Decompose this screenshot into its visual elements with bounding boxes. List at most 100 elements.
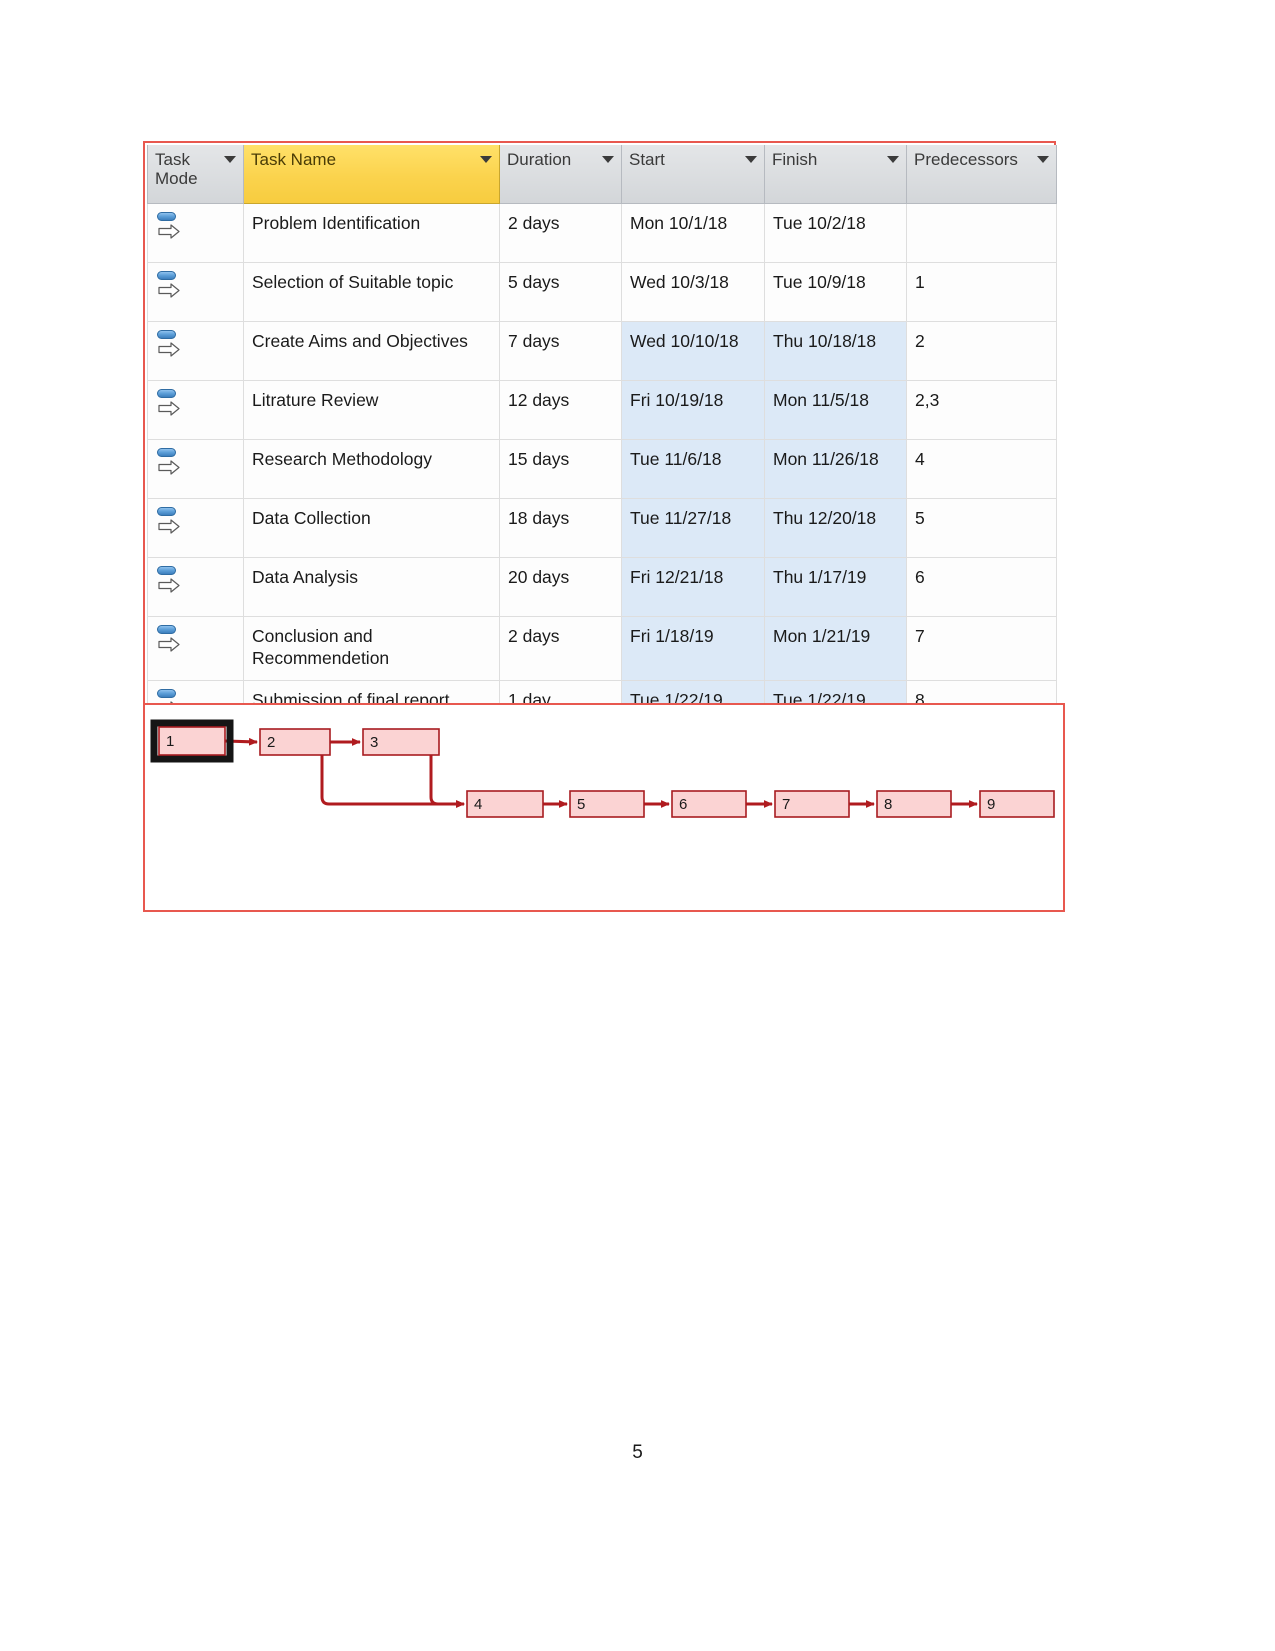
network-node[interactable]: 3 (362, 728, 440, 756)
network-node[interactable]: 5 (569, 790, 645, 818)
cell-task-mode[interactable] (147, 616, 244, 681)
column-header-finish[interactable]: Finish (764, 145, 907, 204)
cell-duration[interactable]: 7 days (499, 321, 622, 381)
cell-finish-text: Mon 11/5/18 (773, 390, 869, 410)
cell-duration[interactable]: 2 days (499, 616, 622, 681)
chevron-down-icon[interactable] (480, 156, 492, 163)
cell-predecessors[interactable]: 2 (906, 321, 1057, 381)
chevron-down-icon[interactable] (224, 156, 236, 163)
cell-finish[interactable]: Tue 10/2/18 (764, 203, 907, 263)
cell-task-mode[interactable] (147, 498, 244, 558)
cell-task-mode[interactable] (147, 557, 244, 617)
cell-finish[interactable]: Thu 1/17/19 (764, 557, 907, 617)
column-header-label: Finish (772, 150, 818, 169)
network-node[interactable]: 6 (671, 790, 747, 818)
chevron-down-icon[interactable] (1037, 156, 1049, 163)
table-row[interactable]: Data Collection 18 days Tue 11/27/18 Thu 12… (147, 498, 1057, 558)
chevron-down-icon[interactable] (745, 156, 757, 163)
column-header-start[interactable]: Start (621, 145, 765, 204)
cell-predecessors[interactable]: 1 (906, 262, 1057, 322)
network-node[interactable]: 7 (774, 790, 850, 818)
cell-predecessors-text: 2,3 (915, 390, 940, 410)
cell-predecessors-text: 2 (915, 331, 925, 351)
cell-task-name[interactable]: Litrature Review (243, 380, 500, 440)
cell-predecessors[interactable]: 7 (906, 616, 1057, 681)
cell-start[interactable]: Fri 12/21/18 (621, 557, 765, 617)
cell-task-mode[interactable] (147, 321, 244, 381)
cell-task-mode[interactable] (147, 262, 244, 322)
cell-task-name-text: Selection of Suitable topic (252, 272, 454, 292)
cell-task-name[interactable]: Create Aims and Objectives (243, 321, 500, 381)
manually-scheduled-icon (156, 507, 182, 537)
cell-duration[interactable]: 5 days (499, 262, 622, 322)
cell-start-text: Fri 12/21/18 (630, 567, 724, 587)
column-header-predecessors[interactable]: Predecessors (906, 145, 1057, 204)
cell-duration[interactable]: 20 days (499, 557, 622, 617)
chevron-down-icon[interactable] (602, 156, 614, 163)
cell-finish[interactable]: Thu 10/18/18 (764, 321, 907, 381)
table-row[interactable]: Research Methodology 15 days Tue 11/6/18 Mo… (147, 439, 1057, 499)
cell-duration[interactable]: 18 days (499, 498, 622, 558)
cell-finish[interactable]: Mon 11/26/18 (764, 439, 907, 499)
cell-predecessors[interactable]: 5 (906, 498, 1057, 558)
cell-task-name[interactable]: Data Collection (243, 498, 500, 558)
cell-start[interactable]: Wed 10/3/18 (621, 262, 765, 322)
network-node[interactable]: 4 (466, 790, 544, 818)
cell-start[interactable]: Fri 10/19/18 (621, 380, 765, 440)
table-row[interactable]: Create Aims and Objectives 7 days Wed 10/1… (147, 321, 1057, 381)
cell-task-name-text: Data Analysis (252, 567, 359, 587)
cell-start[interactable]: Mon 10/1/18 (621, 203, 765, 263)
table-row[interactable]: Data Analysis 20 days Fri 12/21/18 Thu 1/17… (147, 557, 1057, 617)
column-header-task-mode[interactable]: Task Mode (147, 145, 244, 204)
cell-task-name-text: Problem Identification (252, 213, 421, 233)
cell-duration[interactable]: 2 days (499, 203, 622, 263)
cell-finish[interactable]: Mon 1/21/19 (764, 616, 907, 681)
table-row[interactable]: Selection of Suitable topic 5 days Wed 10/… (147, 262, 1057, 322)
node-label: 4 (474, 796, 482, 813)
cell-start[interactable]: Fri 1/18/19 (621, 616, 765, 681)
manually-scheduled-icon (156, 448, 182, 478)
column-header-label: Predecessors (914, 150, 1018, 169)
network-node[interactable]: 9 (979, 790, 1055, 818)
manually-scheduled-icon (156, 566, 182, 596)
cell-task-mode[interactable] (147, 380, 244, 440)
cell-duration-text: 2 days (508, 213, 560, 233)
cell-task-name[interactable]: Selection of Suitable topic (243, 262, 500, 322)
cell-finish[interactable]: Thu 12/20/18 (764, 498, 907, 558)
cell-start[interactable]: Tue 11/6/18 (621, 439, 765, 499)
cell-duration[interactable]: 12 days (499, 380, 622, 440)
cell-start[interactable]: Wed 10/10/18 (621, 321, 765, 381)
cell-task-name[interactable]: Data Analysis (243, 557, 500, 617)
table-row[interactable]: Litrature Review 12 days Fri 10/19/18 Mon 1… (147, 380, 1057, 440)
table-body: Problem Identification 2 days Mon 10/1/18 T… (147, 203, 1057, 740)
network-diagram-container: 1 2 3 4 5 6 7 8 9 (143, 703, 1065, 912)
network-node[interactable]: 8 (876, 790, 952, 818)
cell-finish[interactable]: Mon 11/5/18 (764, 380, 907, 440)
cell-finish[interactable]: Tue 10/9/18 (764, 262, 907, 322)
cell-task-name[interactable]: Conclusion and Recommendetion (243, 616, 500, 681)
column-header-task-name[interactable]: Task Name (243, 145, 500, 204)
cell-task-name-text: Data Collection (252, 508, 371, 528)
table-row[interactable]: Conclusion and Recommendetion 2 days Fri 1… (147, 616, 1057, 681)
cell-duration-text: 7 days (508, 331, 560, 351)
cell-task-name-text: Litrature Review (252, 390, 379, 410)
node-label: 6 (679, 796, 687, 813)
cell-task-name[interactable]: Research Methodology (243, 439, 500, 499)
column-header-duration[interactable]: Duration (499, 145, 622, 204)
cell-predecessors[interactable]: 2,3 (906, 380, 1057, 440)
network-node[interactable]: 1 (150, 719, 234, 763)
cell-predecessors[interactable] (906, 203, 1057, 263)
manually-scheduled-icon (156, 389, 182, 419)
cell-predecessors[interactable]: 6 (906, 557, 1057, 617)
cell-predecessors[interactable]: 4 (906, 439, 1057, 499)
node-label: 5 (577, 796, 585, 813)
cell-start[interactable]: Tue 11/27/18 (621, 498, 765, 558)
cell-task-mode[interactable] (147, 439, 244, 499)
chevron-down-icon[interactable] (887, 156, 899, 163)
cell-duration[interactable]: 15 days (499, 439, 622, 499)
network-node[interactable]: 2 (259, 728, 331, 756)
table-row[interactable]: Problem Identification 2 days Mon 10/1/18 T… (147, 203, 1057, 263)
cell-task-mode[interactable] (147, 203, 244, 263)
cell-duration-text: 15 days (508, 449, 570, 469)
cell-task-name[interactable]: Problem Identification (243, 203, 500, 263)
